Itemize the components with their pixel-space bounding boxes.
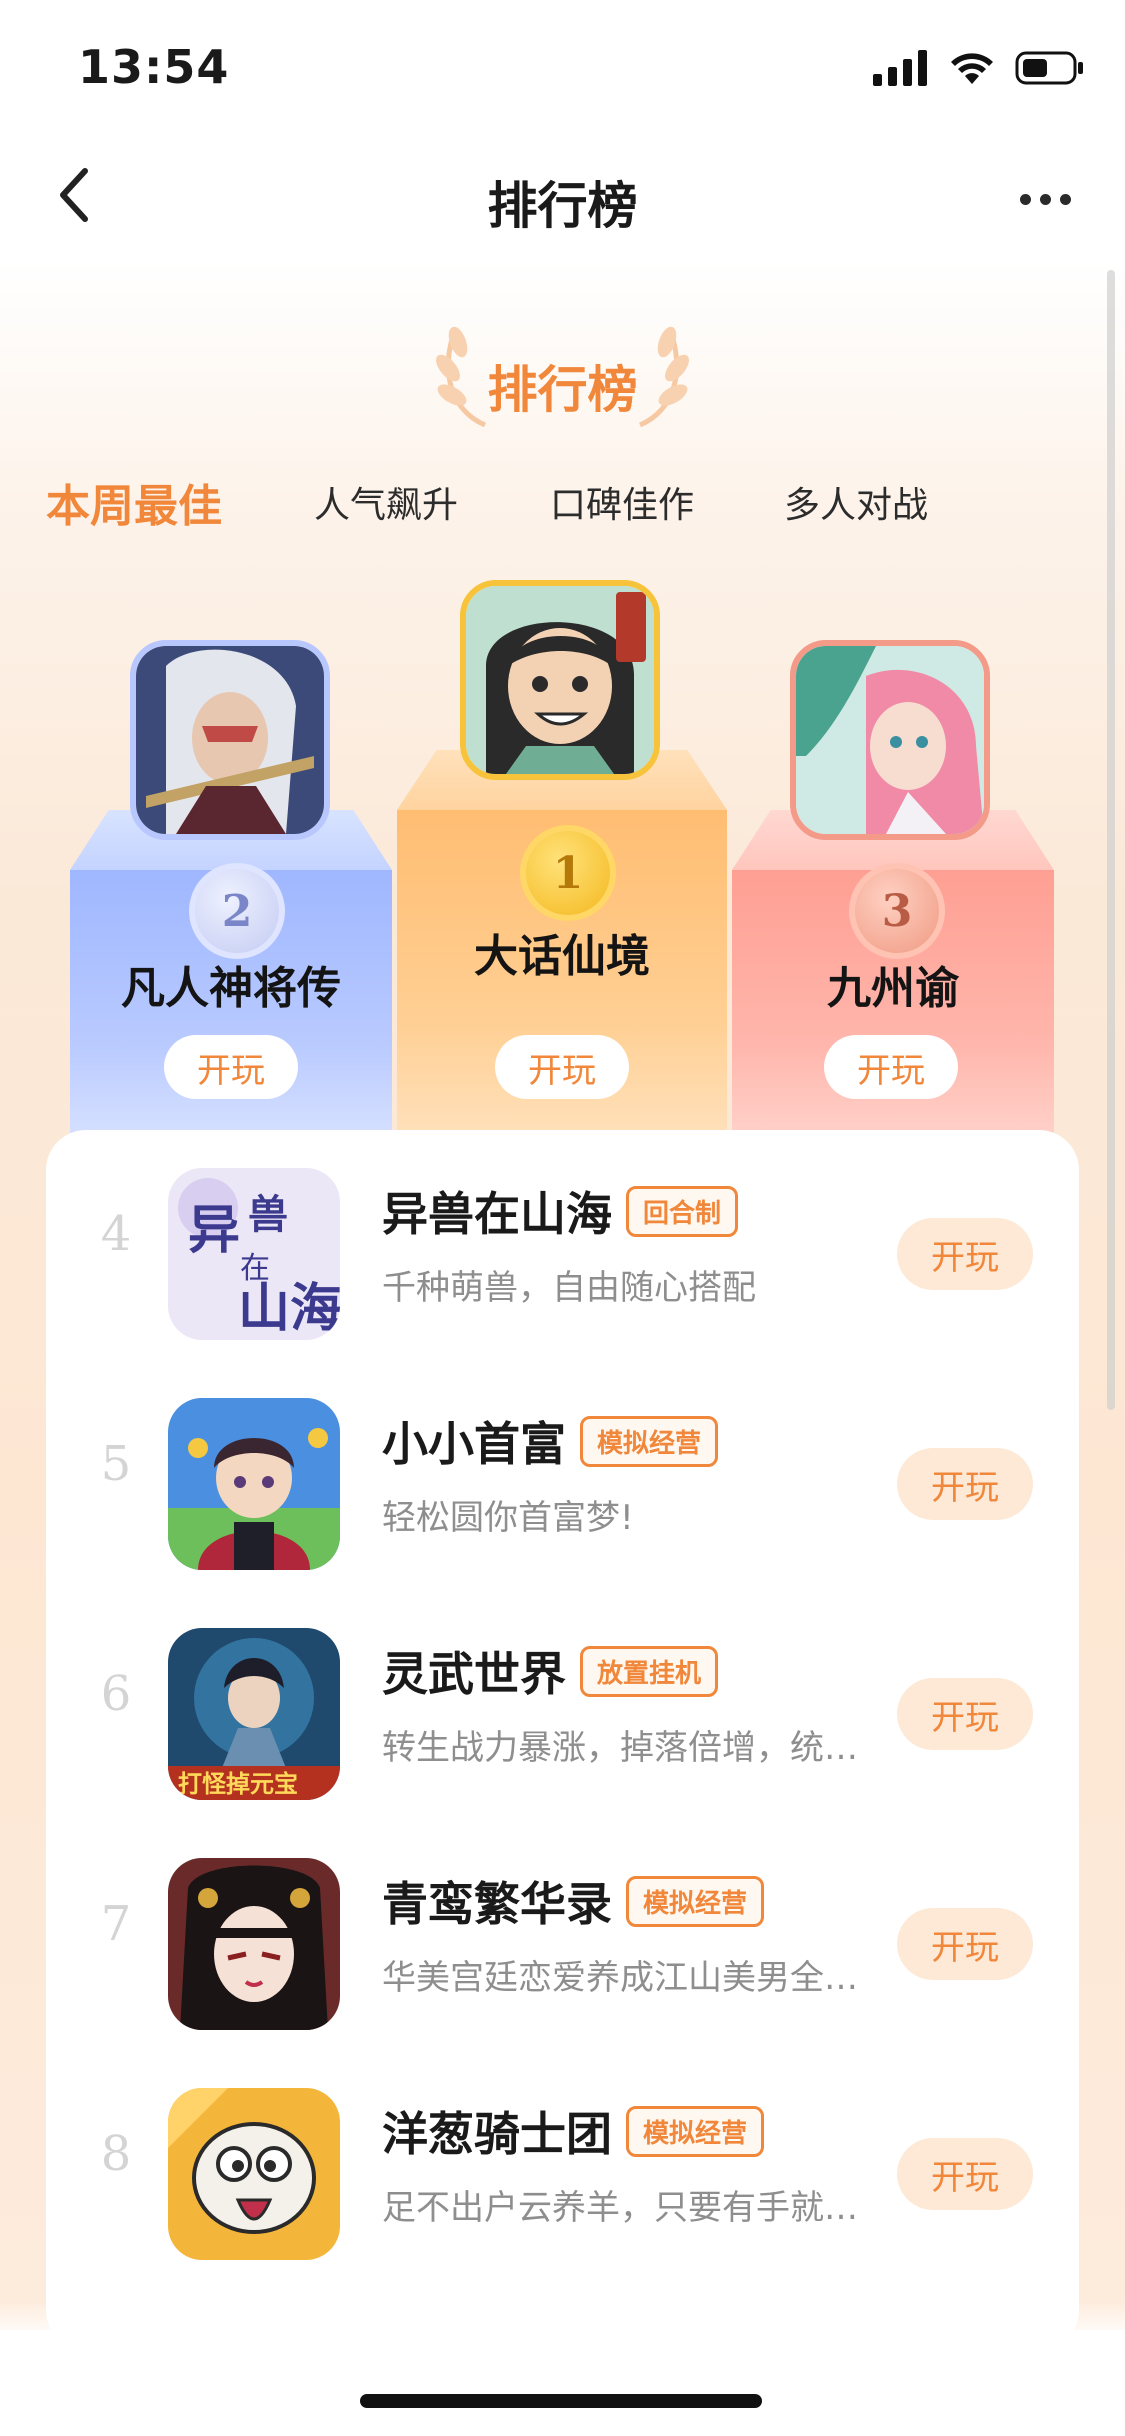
- svg-text:兽: 兽: [248, 1191, 288, 1238]
- game-title: 灵武世界 放置挂机: [382, 1638, 719, 1704]
- category-tabs: 本周最佳 人气飙升 口碑佳作 多人对战: [0, 470, 1125, 540]
- rank-medal-third: 3: [849, 863, 945, 959]
- rank-medal-first: 1: [520, 825, 616, 921]
- game-icon[interactable]: 异 兽 在 山海: [168, 1168, 340, 1340]
- status-bar: 13:54: [0, 0, 1125, 140]
- game-title: 小小首富 模拟经营: [382, 1408, 719, 1474]
- ranking-page: 13:54 排行榜 排行榜 本周最佳 人气飙升 口碑佳作 多人对战 1 2 3 …: [0, 0, 1125, 2436]
- game-icon-second[interactable]: [130, 640, 330, 840]
- home-indicator[interactable]: [360, 2394, 762, 2408]
- play-button-second[interactable]: 开玩: [164, 1035, 298, 1099]
- game-description: 足不出户云养羊，只要有手就…: [382, 2188, 858, 2228]
- genre-tag: 模拟经营: [626, 1876, 765, 1927]
- tab-weekly-best[interactable]: 本周最佳: [46, 470, 222, 534]
- play-button-first[interactable]: 开玩: [495, 1035, 629, 1099]
- nav-bar: 排行榜: [0, 140, 1125, 260]
- ranking-list: 4 异 兽 在 山海 异兽在山海 回合制 千种萌兽，自由随心搭配 开玩 5 小小…: [46, 1130, 1079, 2350]
- ranking-header: 排行榜: [0, 320, 1125, 430]
- play-button[interactable]: 开玩: [897, 1218, 1033, 1290]
- game-title-text: 异兽在山海: [382, 1187, 612, 1241]
- game-icon[interactable]: 打怪掉元宝: [168, 1628, 340, 1800]
- podium-name-first: 大话仙境: [474, 931, 650, 982]
- game-title: 青鸾繁华录 模拟经营: [382, 1868, 765, 1934]
- game-title: 异兽在山海 回合制: [382, 1178, 739, 1244]
- podium-name-third: 九州谕: [827, 963, 959, 1014]
- play-button[interactable]: 开玩: [897, 1678, 1033, 1750]
- rank-number: 7: [100, 1896, 132, 1952]
- svg-text:打怪掉元宝: 打怪掉元宝: [178, 1770, 298, 1798]
- signal-icon: [873, 50, 929, 90]
- rank-number: 5: [100, 1436, 132, 1492]
- genre-tag: 模拟经营: [580, 1416, 719, 1467]
- list-item[interactable]: 6 打怪掉元宝 灵武世界 放置挂机 转生战力暴涨，掉落倍增，统… 开玩: [46, 1590, 1079, 1820]
- svg-text:山海: 山海: [238, 1278, 340, 1339]
- play-button[interactable]: 开玩: [897, 1908, 1033, 1980]
- play-button-third[interactable]: 开玩: [824, 1035, 958, 1099]
- wifi-icon: [949, 50, 995, 90]
- podium: 1 2 3 大话仙境 凡人神将传 九州谕 开玩 开玩 开玩: [0, 560, 1125, 1160]
- game-title-text: 灵武世界: [382, 1647, 566, 1701]
- tab-acclaimed[interactable]: 口碑佳作: [550, 476, 694, 528]
- game-description: 轻松圆你首富梦!: [382, 1498, 634, 1538]
- game-title-text: 洋葱骑士团: [382, 2107, 612, 2161]
- list-item[interactable]: 8 洋葱骑士团 模拟经营 足不出户云养羊，只要有手就… 开玩: [46, 2050, 1079, 2280]
- game-title-text: 青鸾繁华录: [382, 1877, 612, 1931]
- game-title-text: 小小首富: [382, 1417, 566, 1471]
- genre-tag: 模拟经营: [626, 2106, 765, 2157]
- status-icons: [873, 50, 1085, 90]
- rank-number: 8: [100, 2126, 132, 2182]
- game-description: 华美宫廷恋爱养成江山美男全…: [382, 1958, 858, 1998]
- podium-name-second: 凡人神将传: [121, 963, 341, 1014]
- play-button[interactable]: 开玩: [897, 2138, 1033, 2210]
- battery-icon: [1015, 50, 1085, 90]
- genre-tag: 放置挂机: [580, 1646, 719, 1697]
- game-icon-first[interactable]: [460, 580, 660, 780]
- page-title: 排行榜: [487, 177, 638, 235]
- rank-medal-second: 2: [189, 863, 285, 959]
- list-item[interactable]: 5 小小首富 模拟经营 轻松圆你首富梦! 开玩: [46, 1360, 1079, 1590]
- list-item[interactable]: 4 异 兽 在 山海 异兽在山海 回合制 千种萌兽，自由随心搭配 开玩: [46, 1130, 1079, 1360]
- game-icon-third[interactable]: [790, 640, 990, 840]
- more-horizontal-icon: [1019, 193, 1071, 205]
- ranking-title: 排行榜: [487, 361, 638, 419]
- tab-rising[interactable]: 人气飙升: [314, 476, 458, 528]
- game-description: 千种萌兽，自由随心搭配: [382, 1268, 756, 1308]
- rank-number: 4: [100, 1206, 132, 1262]
- list-item[interactable]: 7 青鸾繁华录 模拟经营 华美宫廷恋爱养成江山美男全… 开玩: [46, 1820, 1079, 2050]
- more-button[interactable]: [1005, 174, 1085, 224]
- game-icon[interactable]: [168, 1398, 340, 1570]
- game-title: 洋葱骑士团 模拟经营: [382, 2098, 765, 2164]
- game-icon[interactable]: [168, 1858, 340, 2030]
- tab-multiplayer[interactable]: 多人对战: [784, 476, 928, 528]
- bottom-safe-area: [0, 2330, 1125, 2436]
- rank-number: 6: [100, 1666, 132, 1722]
- game-description: 转生战力暴涨，掉落倍增，统…: [382, 1728, 858, 1768]
- play-button[interactable]: 开玩: [897, 1448, 1033, 1520]
- status-time: 13:54: [78, 40, 230, 94]
- game-icon[interactable]: [168, 2088, 340, 2260]
- genre-tag: 回合制: [626, 1186, 739, 1237]
- svg-text:异: 异: [188, 1200, 240, 1261]
